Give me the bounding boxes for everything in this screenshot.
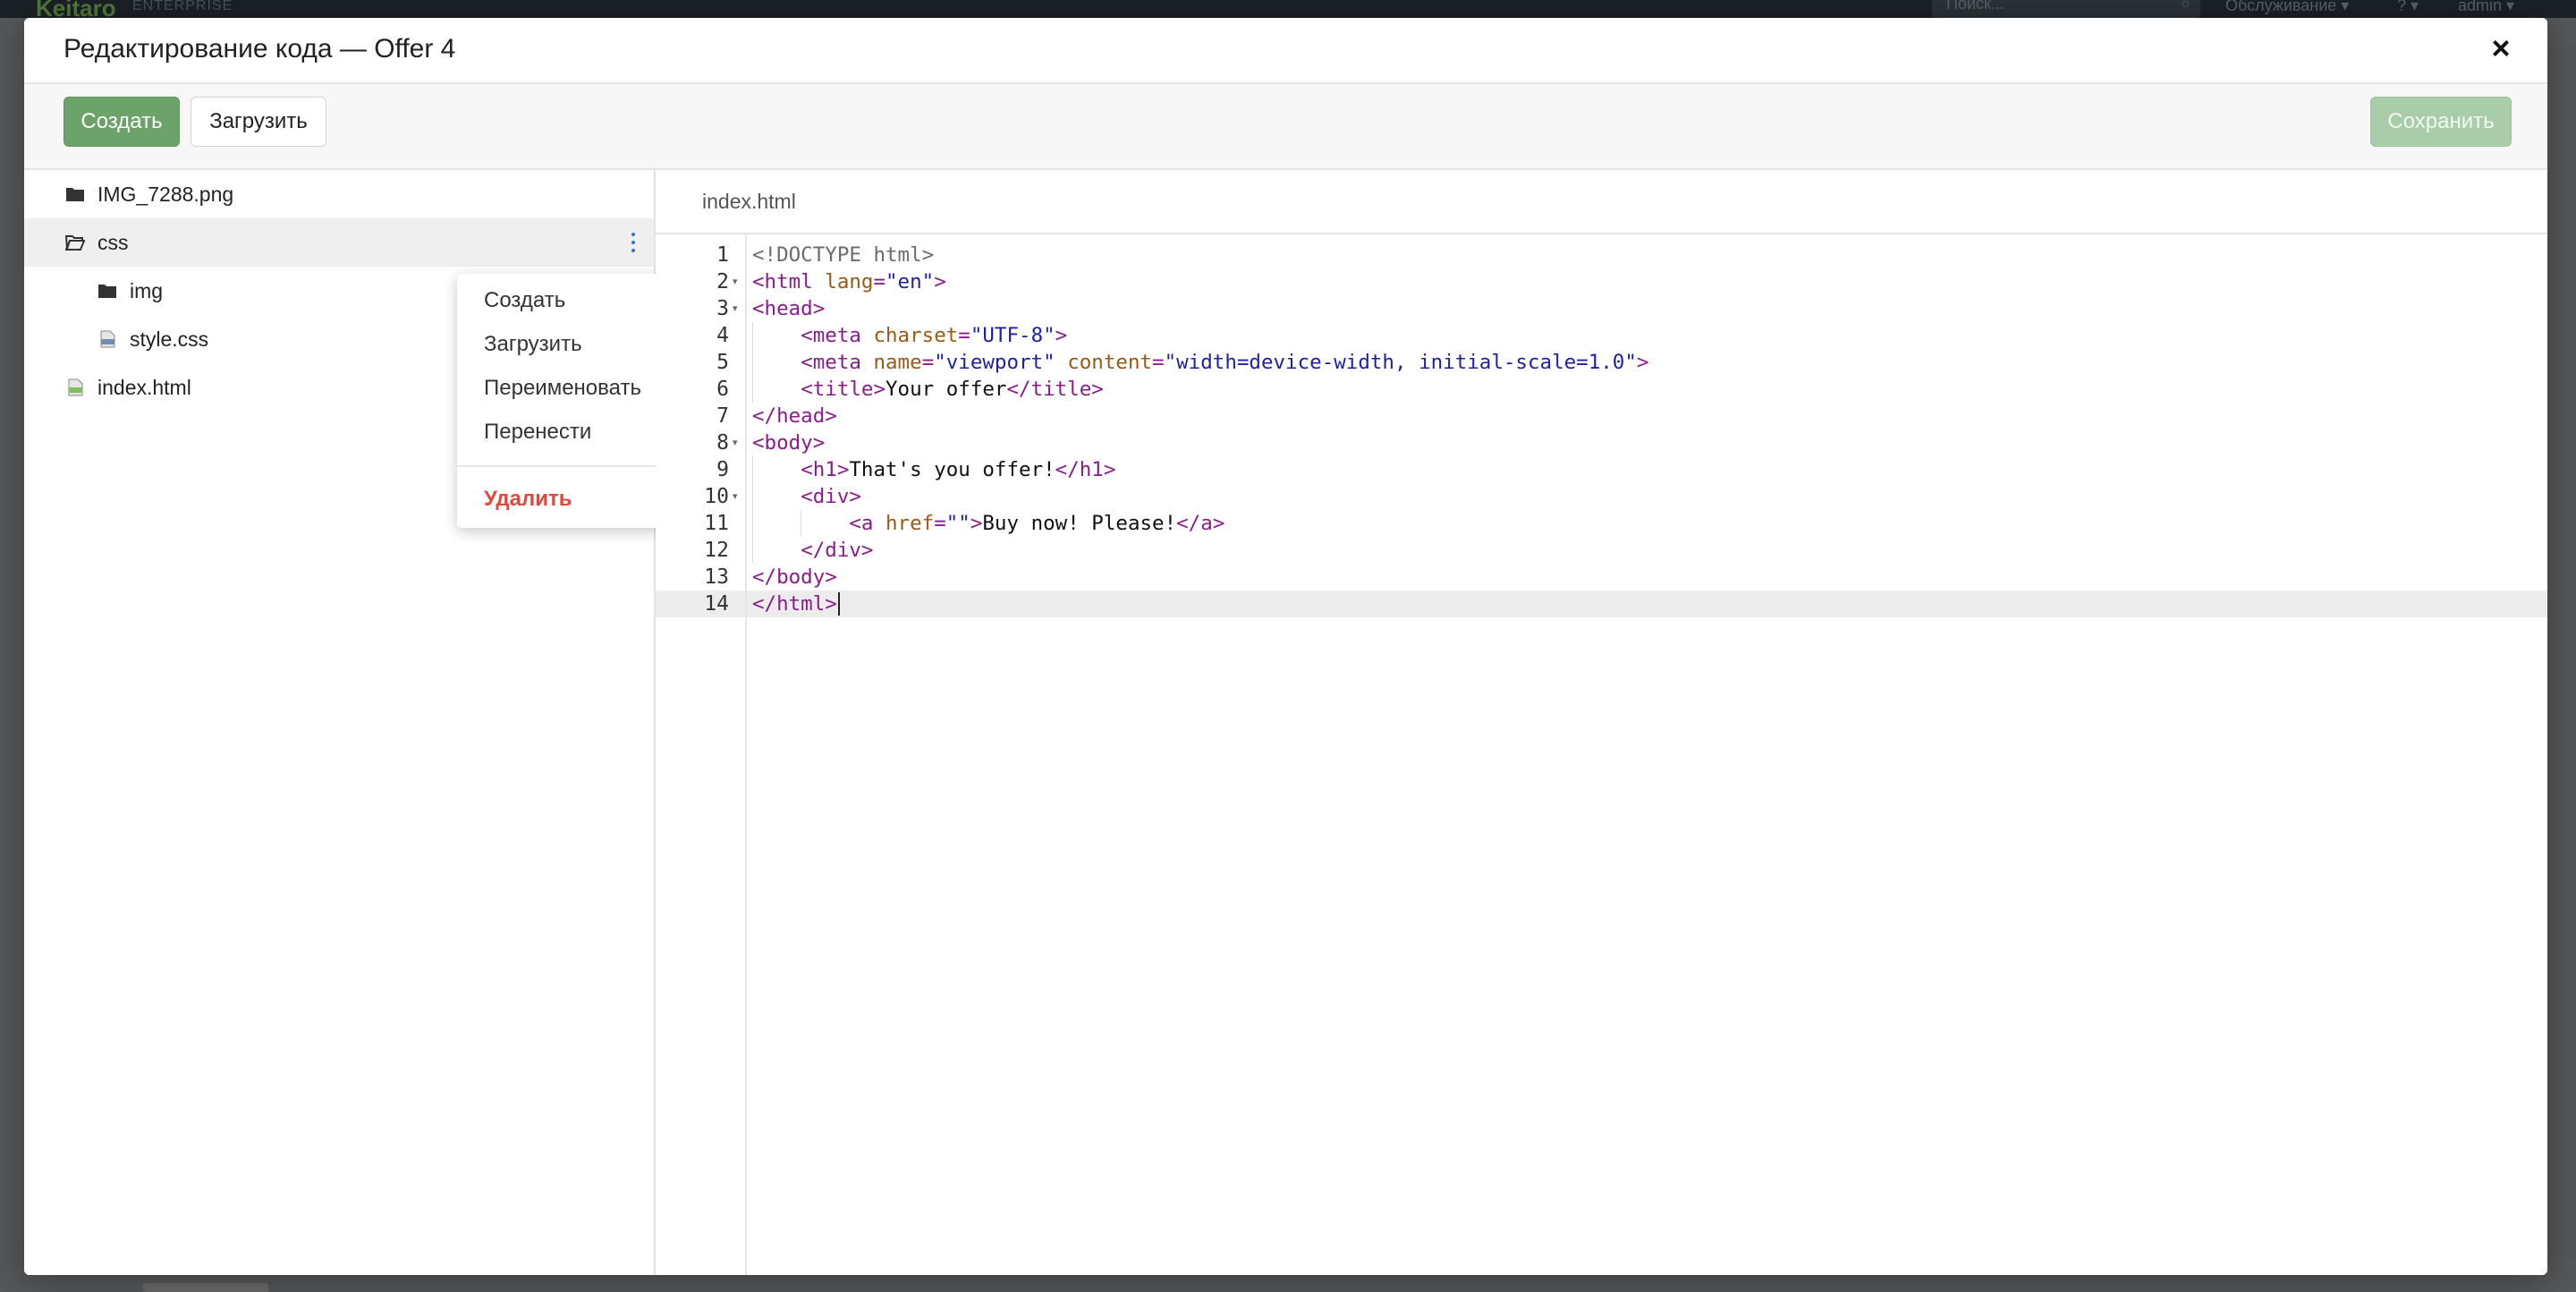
code-line: <title>Your offer</title> bbox=[801, 378, 1104, 401]
line-number: 11 bbox=[704, 512, 729, 535]
background-search-input: Поиск... ○ bbox=[1932, 0, 2200, 18]
fold-toggle-icon[interactable]: ▾ bbox=[733, 429, 743, 456]
line-number: 12 bbox=[704, 539, 729, 562]
create-button[interactable]: Создать bbox=[64, 97, 180, 147]
line-number: 3 bbox=[716, 297, 729, 320]
line-number: 13 bbox=[704, 565, 729, 589]
context-menu-divider bbox=[457, 465, 672, 467]
line-number: 7 bbox=[716, 404, 729, 428]
background-search-placeholder: Поиск... bbox=[1946, 0, 2004, 13]
code-editor[interactable]: <!DOCTYPE html> <html lang="en"> <head> <m… bbox=[747, 234, 2547, 1275]
code-editor-modal: Редактирование кода — Offer 4 × Создать … bbox=[24, 18, 2547, 1275]
modal-header: Редактирование кода — Offer 4 × bbox=[24, 18, 2547, 84]
tree-item-label: index.html bbox=[97, 376, 191, 399]
tree-item-img-7288[interactable]: IMG_7288.png bbox=[24, 170, 654, 218]
code-line: <div> bbox=[801, 485, 861, 508]
search-icon: ○ bbox=[2181, 0, 2190, 12]
line-number: 10 bbox=[704, 485, 729, 508]
modal-title: Редактирование кода — Offer 4 bbox=[64, 34, 456, 64]
background-menu-help: ? ▾ bbox=[2397, 0, 2419, 14]
app-logo: Keitaro bbox=[36, 0, 116, 18]
line-number: 8 bbox=[716, 431, 729, 455]
fold-toggle-icon[interactable]: ▾ bbox=[733, 268, 743, 295]
background-menu-user: admin ▾ bbox=[2458, 0, 2515, 14]
more-options-icon[interactable] bbox=[629, 231, 638, 254]
context-menu-rename[interactable]: Переименовать bbox=[484, 376, 641, 401]
active-line-highlight bbox=[747, 591, 2547, 617]
line-number: 9 bbox=[716, 458, 729, 481]
fold-toggle-icon[interactable]: ▾ bbox=[733, 483, 743, 510]
code-line: </div> bbox=[801, 539, 874, 562]
context-menu-create[interactable]: Создать bbox=[484, 288, 565, 313]
code-line: <body> bbox=[752, 431, 826, 455]
code-line: <h1>That's you offer!</h1> bbox=[801, 458, 1116, 481]
code-line: </head> bbox=[752, 404, 837, 428]
app-edition: ENTERPRISE bbox=[132, 0, 233, 13]
code-line: <meta charset="UTF-8"> bbox=[801, 324, 1068, 347]
tree-item-label: IMG_7288.png bbox=[97, 183, 234, 206]
file-css-icon bbox=[100, 330, 115, 348]
context-menu-move[interactable]: Перенести bbox=[484, 420, 591, 445]
save-button[interactable]: Сохранить bbox=[2370, 97, 2512, 147]
upload-button[interactable]: Загрузить bbox=[191, 97, 326, 147]
code-line: <html lang="en"> bbox=[752, 270, 946, 293]
line-number: 2 bbox=[716, 270, 729, 293]
background-menu-maintenance: Обслуживание ▾ bbox=[2225, 0, 2350, 14]
text-cursor bbox=[837, 592, 840, 616]
code-line: </body> bbox=[752, 565, 837, 589]
code-line: </html> bbox=[752, 592, 837, 616]
folder-open-icon bbox=[65, 235, 85, 251]
editor-tab-bar: index.html bbox=[656, 170, 2547, 234]
close-icon[interactable]: × bbox=[2485, 32, 2517, 64]
editor-tab-index-html[interactable]: index.html bbox=[702, 190, 796, 214]
context-menu-delete[interactable]: Удалить bbox=[484, 487, 572, 512]
fold-toggle-icon[interactable]: ▾ bbox=[733, 295, 743, 322]
tree-item-label: css bbox=[97, 231, 129, 254]
line-number: 1 bbox=[716, 243, 729, 267]
tree-item-label: img bbox=[130, 279, 164, 302]
code-line: <head> bbox=[752, 297, 826, 320]
line-number: 6 bbox=[716, 378, 729, 401]
tree-item-label: style.css bbox=[130, 327, 209, 351]
code-line: <!DOCTYPE html> bbox=[752, 243, 935, 267]
line-number: 4 bbox=[716, 324, 729, 347]
code-line: <meta name="viewport" content="width=dev… bbox=[801, 351, 1649, 374]
folder-icon bbox=[98, 285, 116, 298]
line-number: 5 bbox=[716, 351, 729, 374]
background-scrollbar bbox=[143, 1283, 268, 1292]
code-line: <a href="">Buy now! Please!</a> bbox=[849, 512, 1225, 535]
line-number-gutter: 1 2 ▾ 3 ▾ 4 5 6 7 8 ▾ 9 10 ▾ 11 12 13 14 bbox=[656, 234, 747, 1275]
context-menu-upload[interactable]: Загрузить bbox=[484, 332, 582, 357]
file-html-icon bbox=[68, 378, 83, 396]
background-topbar: Keitaro ENTERPRISE Поиск... ○ Обслуживан… bbox=[0, 0, 2576, 18]
context-menu: Создать Загрузить Переименовать Перенест… bbox=[457, 274, 672, 528]
tree-item-css[interactable]: css bbox=[24, 218, 654, 267]
line-number: 14 bbox=[704, 592, 729, 616]
folder-icon bbox=[66, 188, 84, 201]
editor-toolbar: Создать Загрузить Сохранить bbox=[24, 84, 2547, 170]
file-tree: IMG_7288.png css img style.css index.htm… bbox=[24, 170, 672, 1275]
